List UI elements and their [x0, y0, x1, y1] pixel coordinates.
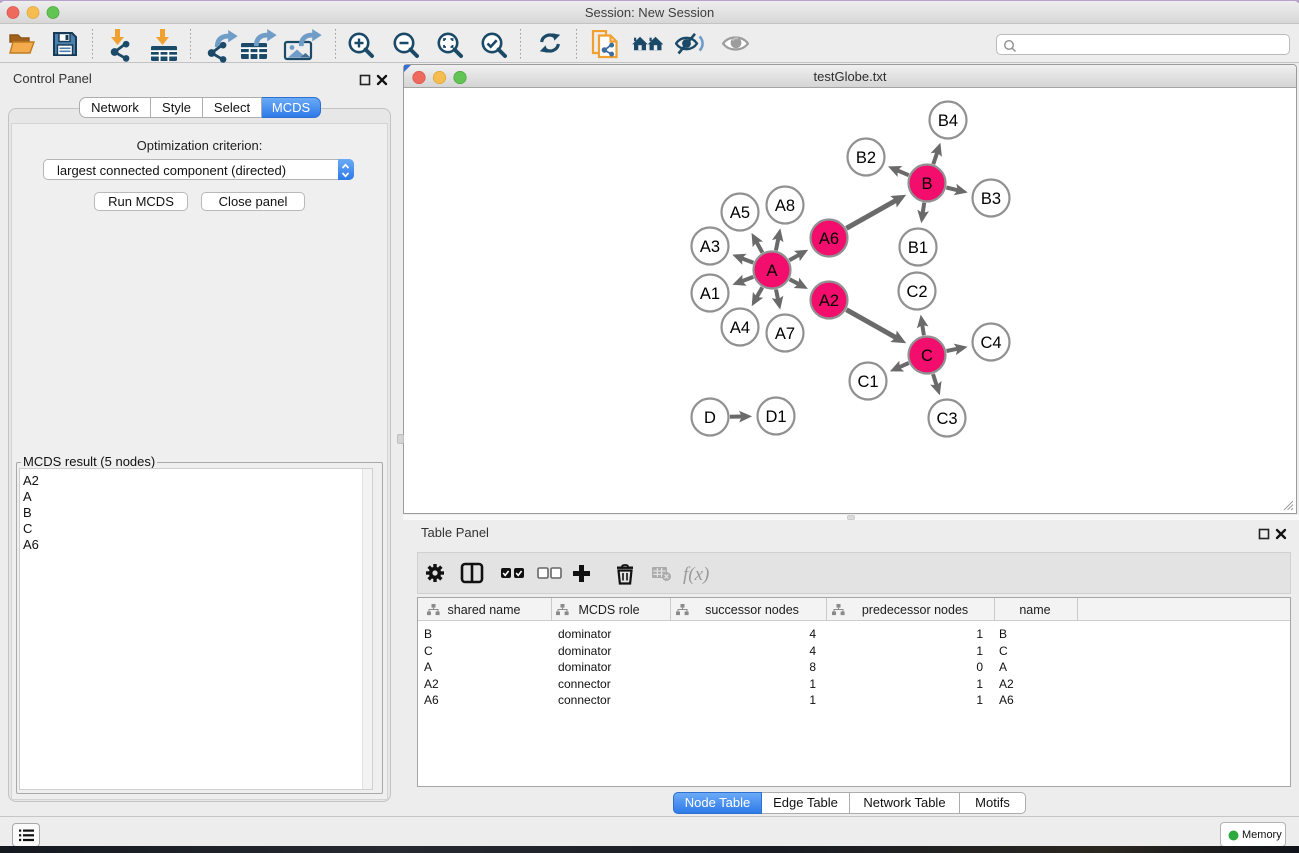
- svg-text:B: B: [921, 175, 932, 193]
- svg-text:A7: A7: [775, 325, 795, 343]
- svg-text:A3: A3: [700, 238, 720, 256]
- svg-text:A4: A4: [730, 319, 750, 337]
- svg-text:C1: C1: [857, 373, 878, 391]
- svg-text:A6: A6: [819, 230, 839, 248]
- svg-text:A: A: [766, 262, 777, 280]
- svg-text:B4: B4: [938, 112, 958, 130]
- svg-text:C4: C4: [980, 334, 1001, 352]
- svg-text:D1: D1: [765, 408, 786, 426]
- svg-text:B2: B2: [856, 149, 876, 167]
- svg-text:C3: C3: [936, 410, 957, 428]
- svg-text:B3: B3: [981, 190, 1001, 208]
- svg-text:f(x): f(x): [683, 564, 709, 585]
- svg-text:C: C: [921, 347, 933, 365]
- svg-text:A8: A8: [775, 197, 795, 215]
- svg-text:A1: A1: [700, 285, 720, 303]
- svg-text:B1: B1: [908, 239, 928, 257]
- svg-text:C2: C2: [906, 283, 927, 301]
- svg-text:A5: A5: [730, 204, 750, 222]
- svg-text:A2: A2: [819, 292, 839, 310]
- svg-text:D: D: [704, 409, 716, 427]
